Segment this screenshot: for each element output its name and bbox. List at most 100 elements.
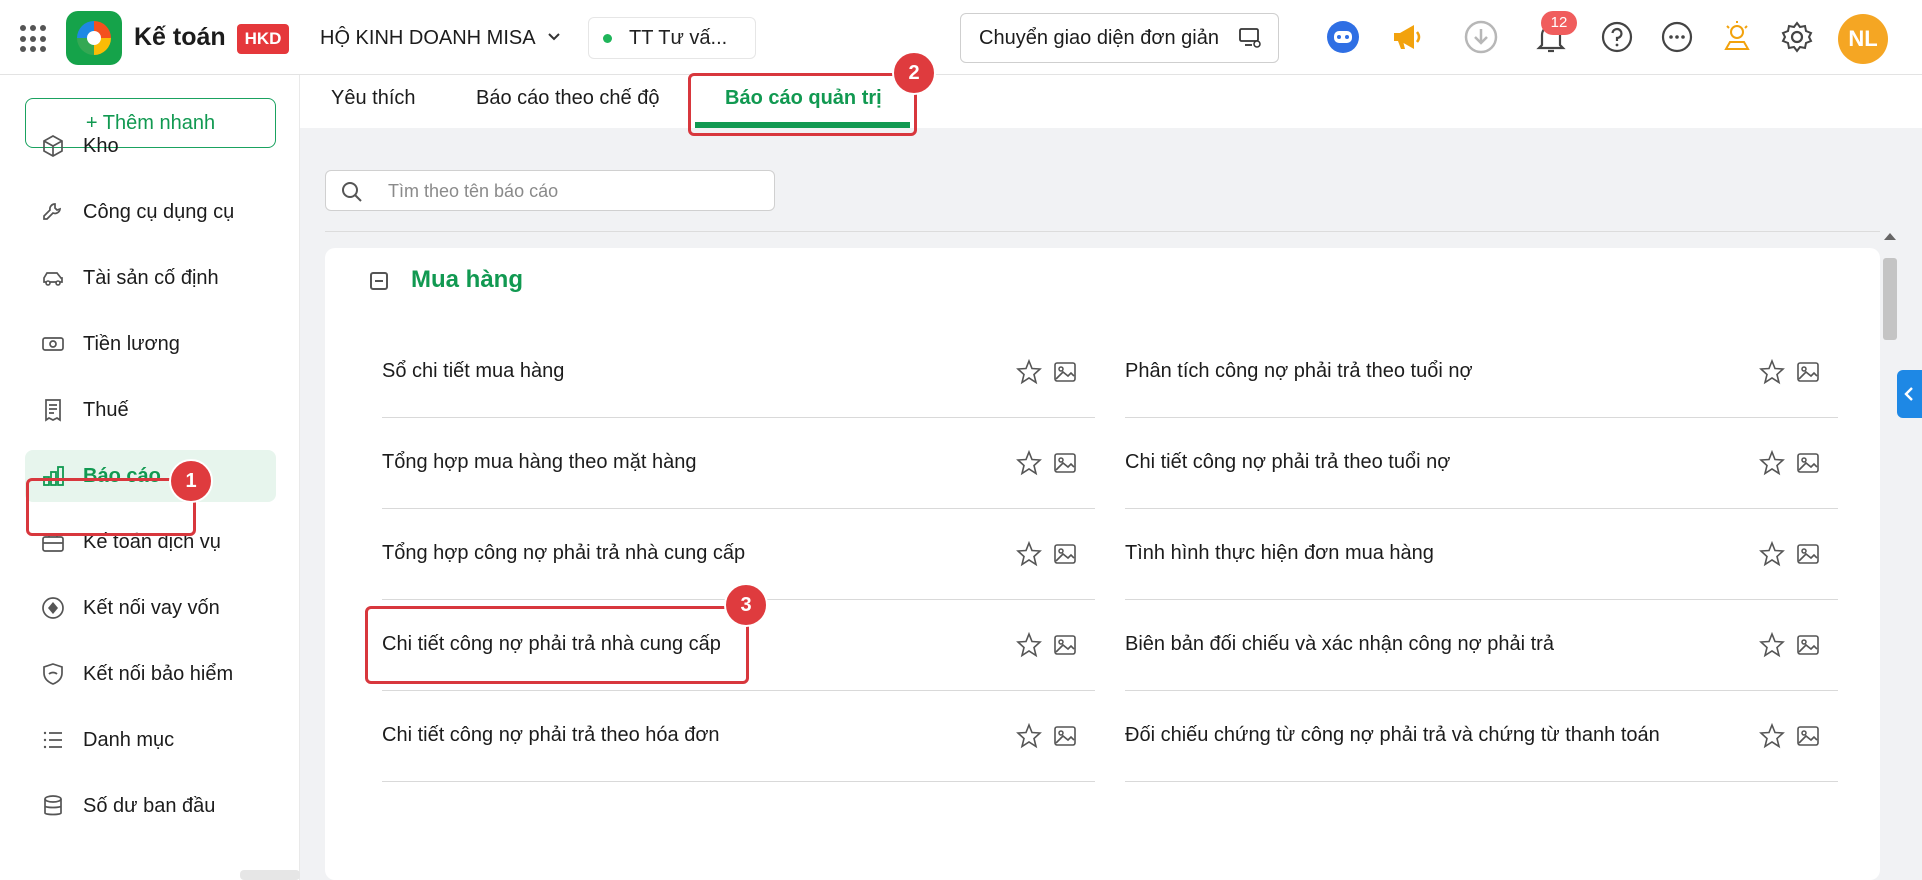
receipt-icon [45, 399, 61, 422]
image-icon[interactable] [1796, 360, 1820, 384]
image-icon[interactable] [1053, 724, 1077, 748]
assistant-bot-icon[interactable] [1324, 18, 1362, 56]
star-icon[interactable] [1016, 541, 1042, 567]
highlight-box-step2 [688, 73, 917, 136]
sidebar-item-ket-noi-vay-von[interactable]: Kết nối vay vốn [25, 582, 276, 634]
report-row[interactable]: Phân tích công nợ phải trả theo tuổi nợ [1125, 327, 1838, 418]
misa-logo [66, 11, 122, 65]
hkd-badge: HKD [237, 24, 289, 54]
chevron-left-icon [1904, 387, 1913, 401]
image-icon[interactable] [1053, 360, 1077, 384]
switch-interface-button[interactable]: Chuyển giao diện đơn giản [960, 13, 1279, 63]
report-name[interactable]: Đối chiếu chứng từ công nợ phải trả và c… [1125, 724, 1660, 747]
collapse-icon[interactable] [370, 272, 388, 290]
database-icon [44, 795, 62, 816]
report-name[interactable]: Phân tích công nợ phải trả theo tuổi nợ [1125, 360, 1473, 383]
loan-icon [42, 597, 64, 619]
step-badge-3: 3 [724, 583, 768, 627]
image-icon[interactable] [1796, 542, 1820, 566]
help-icon[interactable] [1598, 18, 1636, 56]
image-icon[interactable] [1796, 451, 1820, 475]
search-icon [342, 182, 362, 202]
user-avatar[interactable]: NL [1838, 14, 1888, 64]
sidebar-item-label: Kết nối vay vốn [83, 597, 220, 619]
step-badge-1: 1 [169, 459, 213, 503]
sidebar-item-tai-san-co-dinh[interactable]: Tài sản cố định [25, 252, 276, 304]
report-name[interactable]: Sổ chi tiết mua hàng [382, 360, 564, 383]
report-name[interactable]: Biên bản đối chiếu và xác nhận công nợ p… [1125, 633, 1554, 656]
star-icon[interactable] [1016, 632, 1042, 658]
star-icon[interactable] [1759, 723, 1785, 749]
list-icon [43, 731, 62, 749]
report-name[interactable]: Tổng hợp công nợ phải trả nhà cung cấp [382, 542, 745, 565]
sidebar-item-ket-noi-bao-hiem[interactable]: Kết nối bảo hiểm [25, 648, 276, 700]
sidebar-item-cong-cu-dung-cu[interactable]: Công cụ dụng cụ [25, 186, 276, 238]
car-icon [43, 272, 63, 286]
box-icon [43, 135, 63, 157]
megaphone-icon[interactable] [1388, 18, 1426, 56]
sidebar-scrollbar[interactable] [240, 870, 300, 880]
report-name[interactable]: Chi tiết công nợ phải trả theo tuổi nợ [1125, 451, 1450, 474]
star-icon[interactable] [1759, 359, 1785, 385]
report-name[interactable]: Tình hình thực hiện đơn mua hàng [1125, 542, 1434, 565]
sidebar-item-label: Công cụ dụng cụ [83, 201, 235, 223]
star-icon[interactable] [1759, 450, 1785, 476]
report-row[interactable]: Tổng hợp mua hàng theo mặt hàng [382, 418, 1095, 509]
star-icon[interactable] [1759, 632, 1785, 658]
company-selector[interactable]: HỘ KINH DOANH MISA [320, 27, 536, 50]
star-icon[interactable] [1016, 450, 1042, 476]
sidebar-item-label: Danh mục [83, 729, 175, 751]
star-icon[interactable] [1759, 541, 1785, 567]
branch-selector[interactable]: TT Tư vấ... [588, 17, 756, 59]
highlight-box-step3 [365, 606, 749, 684]
image-icon[interactable] [1796, 633, 1820, 657]
tab-bao-cao-theo-che-do[interactable]: Báo cáo theo chế độ [476, 87, 659, 110]
search-input[interactable] [388, 179, 758, 203]
step-badge-2: 2 [892, 51, 936, 95]
app-launcher-icon[interactable] [20, 25, 48, 53]
report-row[interactable]: Đối chiếu chứng từ công nợ phải trả và c… [1125, 691, 1838, 782]
branch-label: TT Tư vấ... [629, 27, 728, 49]
report-tabs: Yêu thích Báo cáo theo chế độ Báo cáo qu… [300, 75, 1922, 128]
sidebar-item-label: Số dư ban đầu [83, 795, 216, 817]
idea-lightbulb-icon[interactable] [1718, 18, 1756, 56]
report-row[interactable]: Tình hình thực hiện đơn mua hàng [1125, 509, 1838, 600]
side-panel-toggle[interactable] [1897, 370, 1922, 418]
report-row[interactable]: Sổ chi tiết mua hàng [382, 327, 1095, 418]
group-title: Mua hàng [411, 266, 523, 293]
sidebar-item-kho[interactable]: Kho [25, 120, 276, 172]
sidebar-item-thue[interactable]: Thuế [25, 384, 276, 436]
switch-interface-label: Chuyển giao diện đơn giản [979, 27, 1219, 49]
image-icon[interactable] [1796, 724, 1820, 748]
shield-icon [43, 663, 63, 685]
sidebar-item-so-du-ban-dau[interactable]: Số dư ban đầu [25, 780, 276, 832]
sidebar-item-danh-muc[interactable]: Danh mục [25, 714, 276, 766]
gear-icon[interactable] [1778, 18, 1816, 56]
money-icon [42, 337, 64, 351]
top-bar: Kế toán HKD HỘ KINH DOANH MISA TT Tư vấ.… [0, 0, 1922, 75]
report-name[interactable]: Tổng hợp mua hàng theo mặt hàng [382, 451, 696, 474]
report-search[interactable] [325, 170, 775, 211]
notification-count-badge: 12 [1541, 11, 1577, 35]
image-icon[interactable] [1053, 633, 1077, 657]
monitor-settings-icon [1239, 28, 1261, 48]
star-icon[interactable] [1016, 359, 1042, 385]
report-row[interactable]: Biên bản đối chiếu và xác nhận công nợ p… [1125, 600, 1838, 691]
scrollbar-thumb[interactable] [1883, 258, 1897, 340]
sidebar-item-tien-luong[interactable]: Tiền lương [25, 318, 276, 370]
star-icon[interactable] [1016, 723, 1042, 749]
download-icon[interactable] [1462, 18, 1500, 56]
sidebar-item-label: Kho [83, 135, 119, 157]
chevron-down-icon[interactable] [547, 30, 561, 44]
report-row[interactable]: Chi tiết công nợ phải trả theo tuổi nợ [1125, 418, 1838, 509]
image-icon[interactable] [1053, 542, 1077, 566]
wrench-icon [43, 203, 61, 220]
scroll-up-arrow-icon[interactable] [1884, 233, 1896, 240]
report-name[interactable]: Chi tiết công nợ phải trả theo hóa đơn [382, 724, 720, 747]
report-row[interactable]: Chi tiết công nợ phải trả theo hóa đơn [382, 691, 1095, 782]
tab-yeu-thich[interactable]: Yêu thích [331, 87, 416, 110]
more-options-icon[interactable] [1658, 18, 1696, 56]
sidebar-item-label: Kết nối bảo hiểm [83, 663, 234, 685]
image-icon[interactable] [1053, 451, 1077, 475]
divider [325, 231, 1885, 232]
